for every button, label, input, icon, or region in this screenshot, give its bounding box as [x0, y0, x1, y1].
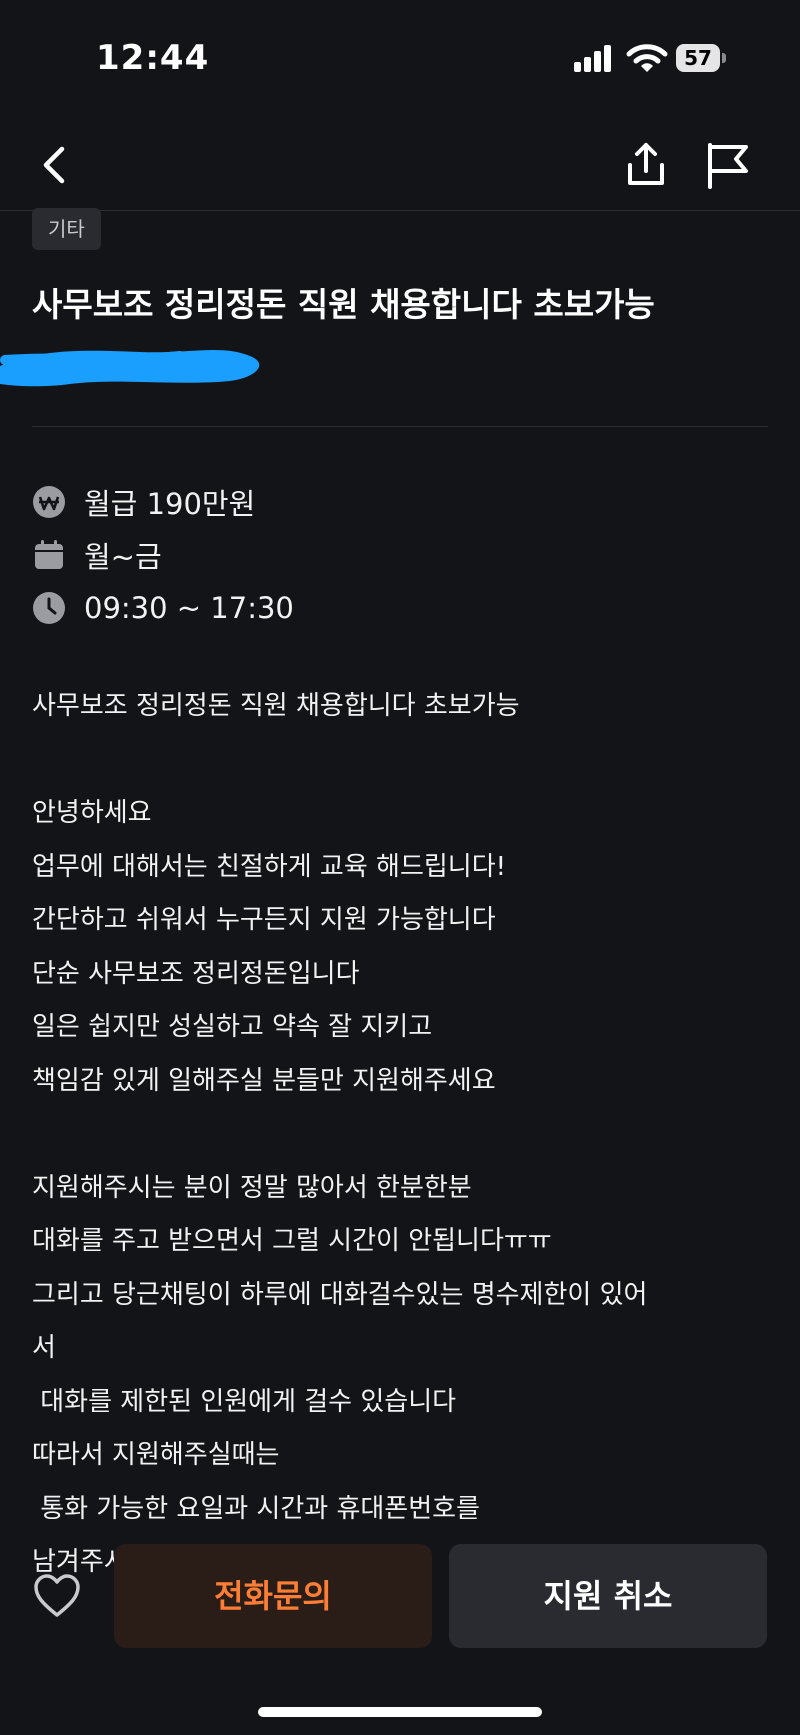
cancel-application-button[interactable]: 지원 취소 — [449, 1544, 767, 1648]
category-tag: 기타 — [32, 208, 101, 250]
wifi-icon — [626, 44, 668, 72]
chevron-left-icon — [43, 146, 65, 184]
like-button[interactable] — [32, 1572, 82, 1620]
back-button[interactable] — [26, 135, 86, 195]
post-description: 사무보조 정리정돈 직원 채용합니다 초보가능 안녕하세요 업무에 대해서는 친… — [32, 691, 648, 1577]
hours-text: 09:30 ~ 17:30 — [84, 591, 294, 625]
salary-row: 월급 190만원 — [32, 482, 255, 522]
redaction-scribble — [0, 349, 260, 387]
heart-outline-icon — [34, 1574, 80, 1617]
status-time: 12:44 — [96, 38, 210, 78]
share-icon — [628, 143, 664, 185]
status-bar: 12:44 57 — [0, 0, 800, 120]
call-inquiry-button[interactable]: 전화문의 — [114, 1544, 432, 1648]
divider — [32, 426, 768, 427]
days-row: 월~금 — [32, 535, 162, 575]
report-button[interactable] — [698, 135, 758, 195]
navigation-bar — [0, 120, 800, 211]
battery-level: 57 — [676, 44, 720, 72]
share-button[interactable] — [616, 135, 676, 195]
calendar-icon — [35, 540, 63, 569]
bottom-action-bar: 전화문의 지원 취소 — [0, 1530, 800, 1650]
flag-icon — [708, 143, 748, 189]
post-title: 사무보조 정리정돈 직원 채용합니다 초보가능 — [32, 285, 655, 324]
salary-text: 월급 190만원 — [84, 487, 256, 521]
cellular-signal-icon — [574, 44, 614, 72]
hours-row: 09:30 ~ 17:30 — [32, 588, 294, 628]
won-icon — [33, 486, 65, 518]
days-text: 월~금 — [84, 540, 162, 574]
clock-icon — [33, 592, 65, 624]
battery-icon: 57 — [676, 44, 726, 72]
home-indicator — [258, 1707, 542, 1717]
